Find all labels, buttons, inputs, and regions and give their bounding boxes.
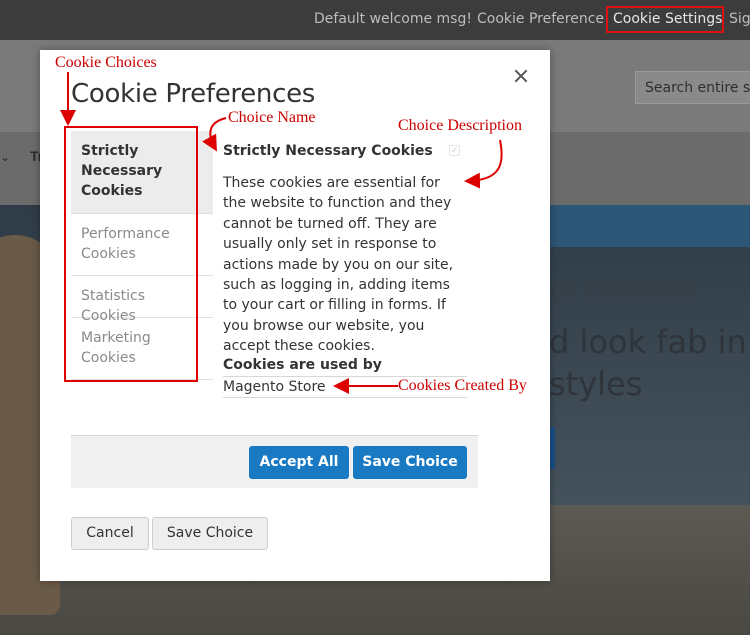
save-choice-button[interactable]: Save Choice xyxy=(353,446,467,479)
accept-all-button[interactable]: Accept All xyxy=(249,446,349,479)
annotation-cookies-created-by: Cookies Created By xyxy=(398,377,527,394)
choice-description: These cookies are essential for the webs… xyxy=(223,175,454,355)
close-icon[interactable] xyxy=(510,66,532,88)
save-choice-secondary-button[interactable]: Save Choice xyxy=(152,517,268,550)
sign-in-link[interactable]: Sig xyxy=(729,11,750,27)
hero-subtitle: ga Collection xyxy=(550,278,694,303)
hero-headline-2: styles xyxy=(549,365,643,403)
choice-name: Strictly Necessary Cookies xyxy=(223,143,433,159)
modal-title: Cookie Preferences xyxy=(71,79,316,109)
annotation-cookie-choices: Cookie Choices xyxy=(55,54,157,71)
action-bar: Accept All Save Choice xyxy=(71,435,478,488)
cookie-settings-highlight xyxy=(606,6,724,33)
search-input[interactable]: Search entire st xyxy=(635,71,750,104)
cookies-used-by-heading: Cookies are used by xyxy=(223,357,382,373)
annotation-choice-description: Choice Description xyxy=(398,117,522,134)
hero-band xyxy=(548,205,750,247)
cancel-button[interactable]: Cancel xyxy=(71,517,149,550)
welcome-message: Default welcome msg! xyxy=(314,11,472,27)
annotation-choice-name: Choice Name xyxy=(228,109,316,126)
hero-headline-1: d look fab in n xyxy=(549,323,750,361)
search-placeholder: Search entire st xyxy=(645,80,750,96)
cookie-choices-highlight xyxy=(64,126,198,382)
checkbox-icon[interactable]: ✓ xyxy=(449,145,460,156)
cookie-preference-link[interactable]: Cookie Preference xyxy=(477,11,604,27)
chevron-down-icon: ⌄ xyxy=(0,150,11,164)
